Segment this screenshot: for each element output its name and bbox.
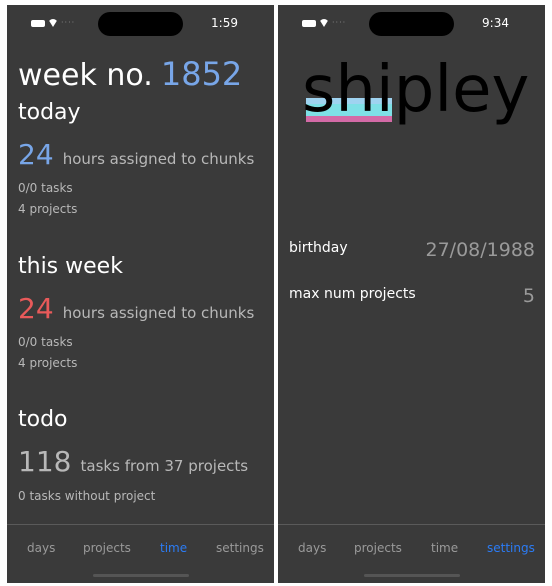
today-tasks: 0/0 tasks — [18, 181, 73, 195]
battery-icon — [31, 19, 45, 27]
todo-count: 118 tasks from 37 projects — [18, 445, 248, 478]
today-hours: 24 hours assigned to chunks — [18, 138, 254, 171]
today-projects: 4 projects — [18, 202, 78, 216]
this-week-hours-text: hours assigned to chunks — [62, 304, 255, 322]
tab-projects[interactable]: projects — [83, 541, 131, 555]
home-indicator — [364, 574, 460, 577]
wifi-icon — [48, 19, 58, 27]
todo-title: todo — [18, 407, 68, 432]
status-time: 9:34 — [482, 16, 509, 30]
tab-settings[interactable]: settings — [216, 541, 264, 555]
this-week-tasks: 0/0 tasks — [18, 335, 73, 349]
status-bar: ···· 9:34 — [278, 5, 545, 43]
today-hours-text: hours assigned to chunks — [62, 150, 255, 168]
signal-dots-icon: ···· — [332, 18, 347, 27]
todo-without-project: 0 tasks without project — [18, 489, 156, 503]
home-indicator — [93, 574, 189, 577]
this-week-title: this week — [18, 254, 123, 279]
todo-count-text: tasks from 37 projects — [80, 457, 249, 475]
this-week-hours-value: 24 — [18, 292, 54, 325]
tab-time[interactable]: time — [160, 541, 187, 555]
status-bar: ···· 1:59 — [7, 5, 274, 43]
tab-time[interactable]: time — [431, 541, 458, 555]
this-week-projects: 4 projects — [18, 356, 78, 370]
today-hours-value: 24 — [18, 138, 54, 171]
dynamic-island — [369, 12, 454, 36]
todo-count-value: 118 — [18, 445, 72, 478]
settings-screen: ···· 9:34 shipley birthday 27/08/1988 ma… — [278, 5, 545, 583]
tab-days[interactable]: days — [298, 541, 326, 555]
max-projects-label: max num projects — [289, 286, 416, 302]
dynamic-island — [98, 12, 183, 36]
today-title: today — [18, 100, 81, 125]
battery-icon — [302, 19, 316, 27]
shipley-logo: shipley — [302, 55, 529, 135]
status-time: 1:59 — [211, 16, 238, 30]
birthday-value[interactable]: 27/08/1988 — [425, 239, 535, 261]
birthday-label: birthday — [289, 240, 348, 256]
max-projects-value[interactable]: 5 — [523, 285, 535, 307]
tab-bar: days projects time settings — [7, 524, 274, 583]
tab-settings[interactable]: settings — [487, 541, 535, 555]
tab-bar: days projects time settings — [278, 524, 545, 583]
wifi-icon — [319, 19, 329, 27]
this-week-hours: 24 hours assigned to chunks — [18, 292, 254, 325]
tab-projects[interactable]: projects — [354, 541, 402, 555]
signal-dots-icon: ···· — [61, 18, 76, 27]
week-number: 1852 — [160, 55, 243, 93]
week-header: week no. 1852 — [18, 55, 242, 93]
tab-days[interactable]: days — [27, 541, 55, 555]
logo-text: shipley — [302, 53, 530, 127]
time-screen: ···· 1:59 week no. 1852 today 24 hours a… — [7, 5, 274, 583]
week-label: week no. — [18, 58, 153, 93]
